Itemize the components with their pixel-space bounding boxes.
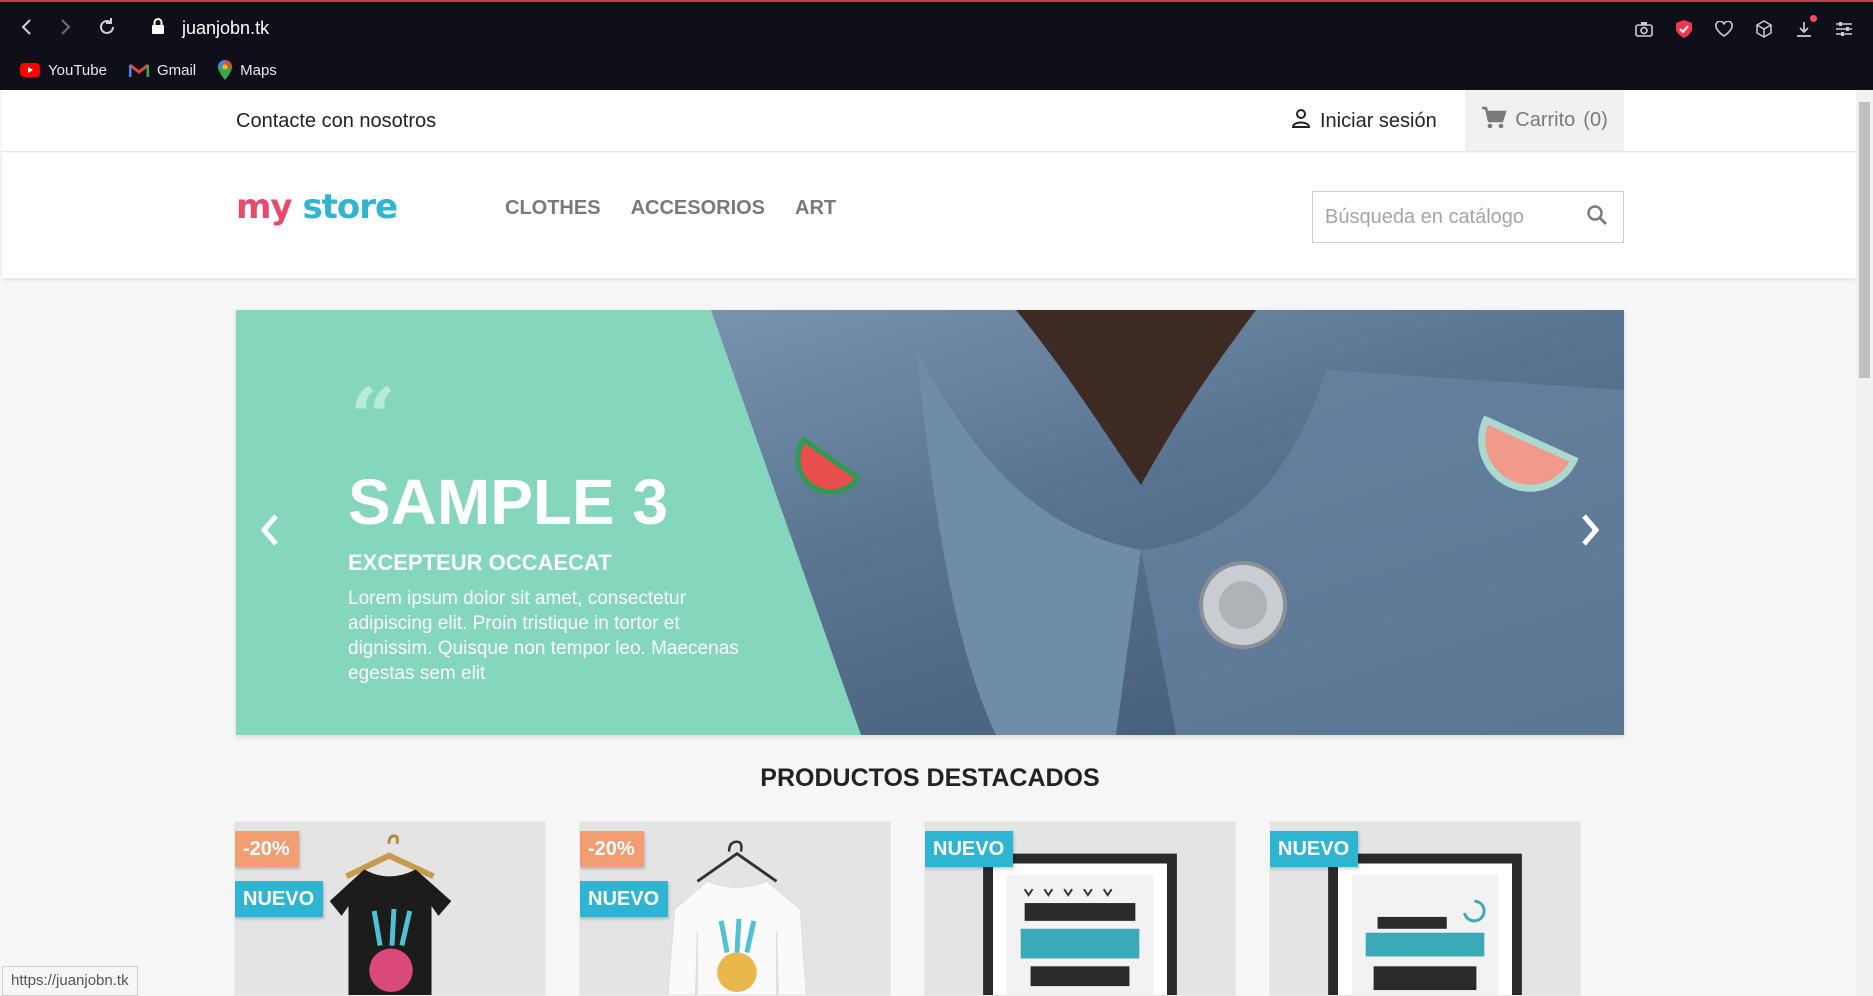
image-slider[interactable]: “ SAMPLE 3 EXCEPTEUR OCCAECAT Lorem ipsu… — [236, 310, 1624, 735]
maps-icon — [218, 60, 233, 80]
new-badge: NUEVO — [580, 881, 669, 917]
main-menu: CLOTHES ACCESORIOS ART — [505, 197, 836, 220]
discount-badge: -20% — [235, 831, 299, 867]
site-header: my store CLOTHES ACCESORIOS ART — [2, 153, 1856, 278]
search-input[interactable] — [1325, 205, 1585, 229]
download-icon[interactable] — [1793, 15, 1817, 40]
notification-dot — [1810, 15, 1817, 22]
webpage: Contacte con nosotros Iniciar sesión Car… — [2, 90, 1856, 996]
menu-item-accesorios[interactable]: ACCESORIOS — [631, 197, 765, 220]
address-bar[interactable]: juanjobn.tk — [150, 16, 269, 40]
new-badge: NUEVO — [1270, 831, 1359, 867]
product-card[interactable]: -20% NUEVO — [579, 821, 891, 996]
user-icon — [1290, 107, 1312, 135]
bookmark-youtube[interactable]: YouTube — [20, 62, 107, 79]
address-url[interactable]: juanjobn.tk — [182, 18, 269, 39]
chevron-right-icon[interactable] — [1576, 510, 1606, 550]
reload-icon[interactable] — [96, 16, 118, 38]
discount-badge: -20% — [580, 831, 644, 867]
cart-count: (0) — [1583, 109, 1608, 131]
settings-sliders-icon[interactable] — [1833, 18, 1855, 40]
contact-link[interactable]: Contacte con nosotros — [236, 110, 436, 133]
product-card[interactable]: -20% NUEVO — [234, 821, 546, 996]
browser-toolbar: juanjobn.tk YouTube Gmail Maps — [0, 0, 1873, 90]
slide-title: SAMPLE 3 — [348, 466, 669, 538]
bookmark-label: Gmail — [156, 61, 197, 79]
heart-icon[interactable] — [1713, 18, 1735, 40]
bookmark-label: YouTube — [48, 61, 107, 79]
store-logo[interactable]: my store — [236, 187, 398, 227]
slide-caption: SAMPLE 3 EXCEPTEUR OCCAECAT Lorem ipsum … — [348, 470, 768, 686]
login-link[interactable]: Iniciar sesión — [1290, 107, 1437, 135]
back-icon[interactable] — [16, 16, 38, 38]
quote-mark: “ — [350, 370, 397, 464]
top-bar: Contacte con nosotros Iniciar sesión Car… — [2, 90, 1856, 152]
chevron-left-icon[interactable] — [254, 510, 284, 550]
slide-subtitle: EXCEPTEUR OCCAECAT — [348, 550, 612, 575]
slide-description: Lorem ipsum dolor sit amet, consectetur … — [348, 588, 739, 684]
new-badge: NUEVO — [925, 831, 1014, 867]
new-badge: NUEVO — [235, 881, 324, 917]
bookmark-maps[interactable]: Maps — [218, 60, 277, 80]
shield-icon[interactable] — [1673, 18, 1695, 40]
camera-icon[interactable] — [1633, 18, 1655, 40]
browser-extensions — [1633, 15, 1855, 42]
cube-icon[interactable] — [1753, 18, 1775, 40]
logo-word-store: store — [302, 187, 398, 227]
logo-word-my: my — [236, 187, 293, 227]
cart-icon — [1481, 106, 1507, 136]
youtube-icon — [20, 63, 40, 77]
bookmark-label: Maps — [240, 61, 277, 79]
bookmarks-bar: YouTube Gmail Maps — [20, 58, 277, 82]
lock-icon — [150, 17, 166, 40]
scrollbar[interactable] — [1856, 90, 1873, 996]
forward-icon[interactable] — [54, 16, 76, 38]
menu-item-clothes[interactable]: CLOTHES — [505, 197, 601, 220]
product-card[interactable]: NUEVO — [1269, 821, 1581, 996]
bookmark-gmail[interactable]: Gmail — [128, 61, 197, 79]
featured-products-title: PRODUCTOS DESTACADOS — [760, 764, 1100, 792]
login-label: Iniciar sesión — [1320, 109, 1437, 132]
cart-button[interactable]: Carrito (0) — [1465, 90, 1624, 151]
status-bar-url: https://juanjobn.tk — [2, 966, 138, 996]
scrollbar-thumb[interactable] — [1859, 102, 1870, 378]
search-box — [1312, 191, 1624, 243]
search-icon[interactable] — [1585, 203, 1609, 232]
product-card[interactable]: NUEVO — [924, 821, 1236, 996]
menu-item-art[interactable]: ART — [795, 197, 836, 220]
gmail-icon — [128, 63, 149, 78]
cart-label: Carrito — [1515, 109, 1576, 131]
